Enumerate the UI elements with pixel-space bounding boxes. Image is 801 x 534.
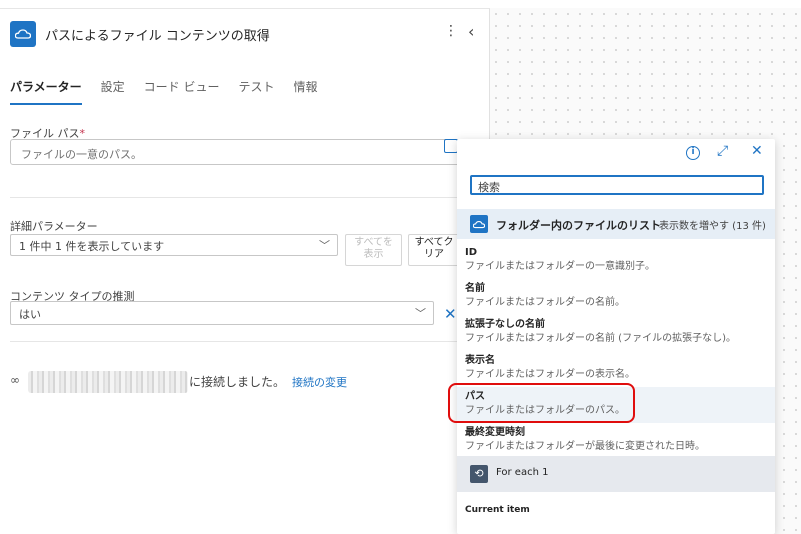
divider — [10, 197, 486, 198]
item-title: 名前 — [465, 283, 485, 294]
item-title: 最終変更時刻 — [465, 427, 525, 438]
section-header[interactable]: フォルダー内のファイルのリスト 表示数を増やす (13 件) — [457, 209, 775, 239]
collapse-panel-icon[interactable]: ‹ — [468, 22, 474, 41]
tab-code-view[interactable]: コード ビュー — [144, 77, 220, 105]
highlight-annotation — [448, 383, 635, 423]
item-description: ファイルまたはフォルダーの名前。 — [465, 297, 625, 308]
content-type-value: はい — [19, 308, 41, 321]
current-item-label[interactable]: Current item — [465, 505, 530, 515]
loop-icon: ⟲ — [470, 465, 488, 483]
item-title: ID — [465, 247, 478, 258]
clear-value-icon[interactable]: ✕ — [444, 305, 457, 323]
file-path-input[interactable]: ファイルの一意のパス。 — [10, 139, 462, 165]
tab-testing[interactable]: テスト — [238, 77, 274, 105]
foreach-title: For each 1 — [496, 467, 549, 478]
item-title: 表示名 — [465, 355, 495, 366]
advanced-parameters-selected: 1 件中 1 件を表示しています — [19, 240, 165, 253]
list-item[interactable]: ID ファイルまたはフォルダーの一意識別子。 — [457, 243, 775, 279]
redacted-connection-name — [28, 371, 188, 393]
section-title: フォルダー内のファイルのリスト — [496, 219, 661, 232]
more-options-icon[interactable]: ⋮ — [444, 23, 458, 39]
onedrive-cloud-icon — [10, 21, 36, 47]
dynamic-content-popup: i ⤢ ✕ 検索 フォルダー内のファイルのリスト 表示数を増やす (13 件) … — [457, 139, 775, 534]
search-input[interactable]: 検索 — [470, 175, 764, 195]
content-type-dropdown[interactable]: はい ﹀ — [10, 301, 434, 325]
connection-status-text: に接続しました。 — [189, 375, 286, 389]
item-description: ファイルまたはフォルダーの名前 (ファイルの拡張子なし)。 — [465, 333, 736, 344]
expand-icon[interactable]: ⤢ — [717, 143, 728, 159]
list-item[interactable]: 表示名 ファイルまたはフォルダーの表示名。 — [457, 351, 775, 387]
item-title: 拡張子なしの名前 — [465, 319, 545, 330]
insert-dynamic-content-icon[interactable] — [444, 139, 458, 153]
clear-all-label: すべてク リア — [414, 237, 454, 260]
chevron-down-icon: ﹀ — [319, 239, 330, 252]
advanced-parameters-dropdown[interactable]: 1 件中 1 件を表示しています ﹀ — [10, 234, 338, 256]
item-description: ファイルまたはフォルダーの一意識別子。 — [465, 261, 655, 272]
onedrive-cloud-icon — [470, 215, 488, 233]
panel-title: パスによるファイル コンテンツの取得 — [45, 29, 270, 44]
info-icon[interactable]: i — [686, 146, 700, 160]
divider — [10, 341, 486, 342]
connection-link-icon: ∞ — [10, 373, 20, 387]
chevron-down-icon: ﹀ — [415, 307, 426, 320]
item-description: ファイルまたはフォルダーが最後に変更された日時。 — [465, 441, 705, 452]
clear-all-button[interactable]: すべてク リア — [408, 234, 460, 266]
foreach-section-header[interactable]: ⟲ For each 1 — [457, 456, 775, 492]
list-item[interactable]: 最終変更時刻 ファイルまたはフォルダーが最後に変更された日時。 — [457, 423, 775, 459]
tab-settings[interactable]: 設定 — [101, 77, 125, 105]
show-more-link[interactable]: 表示数を増やす (13 件) — [659, 217, 766, 232]
panel-tabs: パラメーター 設定 コード ビュー テスト 情報 — [10, 77, 337, 105]
show-all-label: すべてを 表示 — [354, 237, 393, 260]
list-item[interactable]: 拡張子なしの名前 ファイルまたはフォルダーの名前 (ファイルの拡張子なし)。 — [457, 315, 775, 351]
tab-about[interactable]: 情報 — [294, 77, 318, 105]
close-icon[interactable]: ✕ — [751, 143, 763, 159]
show-all-button[interactable]: すべてを 表示 — [345, 234, 402, 266]
tab-parameters[interactable]: パラメーター — [10, 77, 82, 105]
action-details-panel: パスによるファイル コンテンツの取得 ⋮ ‹ パラメーター 設定 コード ビュー… — [0, 8, 490, 534]
change-connection-link[interactable]: 接続の変更 — [292, 374, 347, 390]
item-description: ファイルまたはフォルダーの表示名。 — [465, 369, 635, 380]
advanced-parameters-label: 詳細パラメーター — [10, 220, 98, 233]
list-item[interactable]: 名前 ファイルまたはフォルダーの名前。 — [457, 279, 775, 315]
